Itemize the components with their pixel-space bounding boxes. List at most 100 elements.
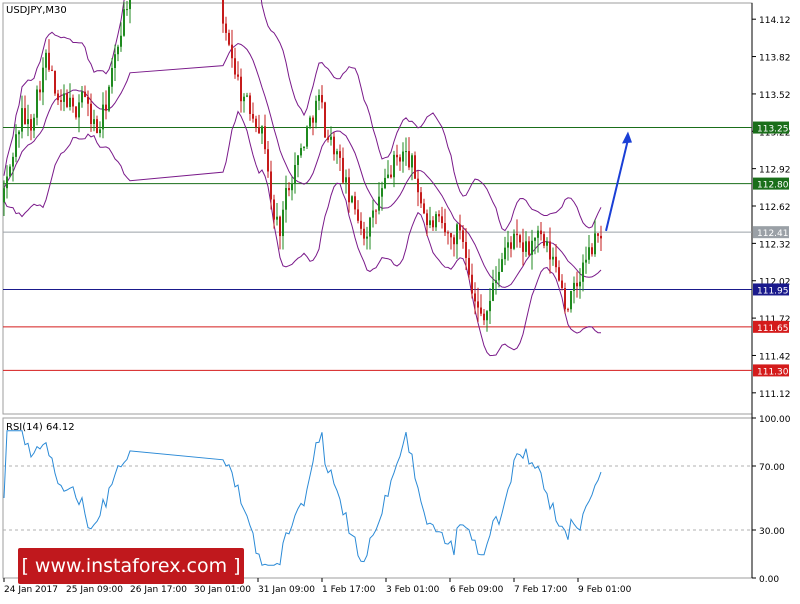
- candle-body: [564, 288, 566, 310]
- candle-body: [24, 108, 26, 125]
- candle-body: [54, 70, 56, 94]
- rsi-tick-label: 100.00: [759, 415, 791, 425]
- candle-body: [381, 188, 383, 197]
- candle-body: [360, 220, 362, 229]
- candle-body: [342, 157, 344, 183]
- candle-body: [585, 259, 587, 263]
- candle-body: [240, 76, 242, 102]
- candle-body: [324, 102, 326, 138]
- candle-body: [102, 104, 104, 130]
- candle-body: [501, 259, 503, 272]
- price-tick-label: 112.32: [759, 240, 791, 250]
- time-tick-label: 31 Jan 09:00: [258, 585, 315, 595]
- candle-body: [405, 151, 407, 153]
- candle-body: [477, 301, 479, 308]
- time-tick-label: 30 Jan 01:00: [194, 585, 251, 595]
- candle-body: [444, 223, 446, 233]
- candle-body: [549, 241, 551, 260]
- candle-body: [264, 126, 266, 150]
- price-tick-label: 112.92: [759, 166, 791, 176]
- candle-body: [117, 46, 119, 55]
- candle-body: [363, 228, 365, 239]
- price-tick-label: 111.42: [759, 352, 791, 362]
- candle-body: [72, 97, 74, 107]
- candle-body: [366, 236, 368, 239]
- candle-body: [15, 134, 17, 157]
- chart-svg: 114.12113.82113.52113.22112.92112.62112.…: [2, 0, 791, 595]
- candle-body: [384, 177, 386, 189]
- candle-body: [330, 136, 332, 140]
- candle-body: [252, 113, 254, 119]
- candle-body: [339, 151, 341, 158]
- chart-container: 114.12113.82113.52113.22112.92112.62112.…: [0, 0, 800, 600]
- candle-body: [6, 176, 8, 189]
- time-tick-label: 7 Feb 17:00: [514, 585, 568, 595]
- candle-body: [480, 307, 482, 314]
- candle-body: [57, 93, 59, 101]
- candle-body: [411, 155, 413, 168]
- candle-body: [12, 156, 14, 167]
- candle-body: [516, 233, 518, 236]
- candle-body: [435, 214, 437, 228]
- candle-body: [108, 86, 110, 111]
- candle-body: [546, 241, 548, 246]
- candle-body: [453, 237, 455, 245]
- candle-body: [333, 136, 335, 155]
- candle-body: [489, 300, 491, 312]
- candle-body: [267, 149, 269, 172]
- time-tick-label: 6 Feb 09:00: [450, 585, 504, 595]
- candle-body: [318, 95, 320, 101]
- symbol-label: USDJPY,M30: [6, 5, 67, 16]
- candle-body: [309, 117, 311, 127]
- candle-body: [600, 235, 602, 239]
- level-badge-label: 111.95: [757, 286, 789, 296]
- candle-body: [231, 44, 233, 59]
- candle-body: [237, 74, 239, 77]
- candle-body: [504, 247, 506, 260]
- candle-body: [345, 177, 347, 183]
- candle-body: [441, 216, 443, 224]
- candle-body: [294, 164, 296, 184]
- candle-body: [447, 232, 449, 234]
- candle-body: [402, 151, 404, 162]
- candle-body: [300, 148, 302, 156]
- candle-body: [399, 157, 401, 162]
- candle-body: [537, 230, 539, 238]
- candle-body: [519, 235, 521, 243]
- candle-body: [312, 117, 314, 123]
- candle-body: [96, 119, 98, 134]
- candle-body: [3, 188, 5, 203]
- candle-body: [558, 267, 560, 281]
- candle-body: [588, 247, 590, 260]
- candle-body: [387, 174, 389, 178]
- candle-body: [243, 96, 245, 102]
- candle-body: [543, 234, 545, 246]
- price-tick-label: 112.62: [759, 203, 791, 213]
- candle-body: [222, 0, 224, 24]
- candle-body: [528, 241, 530, 255]
- candle-body: [567, 309, 569, 311]
- candle-body: [282, 209, 284, 237]
- candle-body: [303, 146, 305, 149]
- candle-body: [531, 240, 533, 255]
- candle-body: [39, 89, 41, 93]
- candle-body: [78, 102, 80, 118]
- candle-body: [45, 52, 47, 68]
- candle-body: [129, 0, 131, 10]
- candle-body: [378, 196, 380, 211]
- candle-body: [126, 9, 128, 11]
- candle-body: [111, 68, 113, 87]
- candle-body: [48, 52, 50, 70]
- candle-body: [354, 196, 356, 210]
- candle-body: [21, 108, 23, 132]
- candle-body: [123, 9, 125, 36]
- candle-body: [579, 281, 581, 287]
- candle-body: [507, 242, 509, 248]
- candle-body: [228, 32, 230, 45]
- candle-body: [555, 256, 557, 268]
- level-badge-label: 112.80: [757, 181, 789, 191]
- candle-body: [576, 282, 578, 287]
- candle-body: [423, 203, 425, 214]
- candle-body: [534, 237, 536, 241]
- time-tick-label: 9 Feb 01:00: [578, 585, 632, 595]
